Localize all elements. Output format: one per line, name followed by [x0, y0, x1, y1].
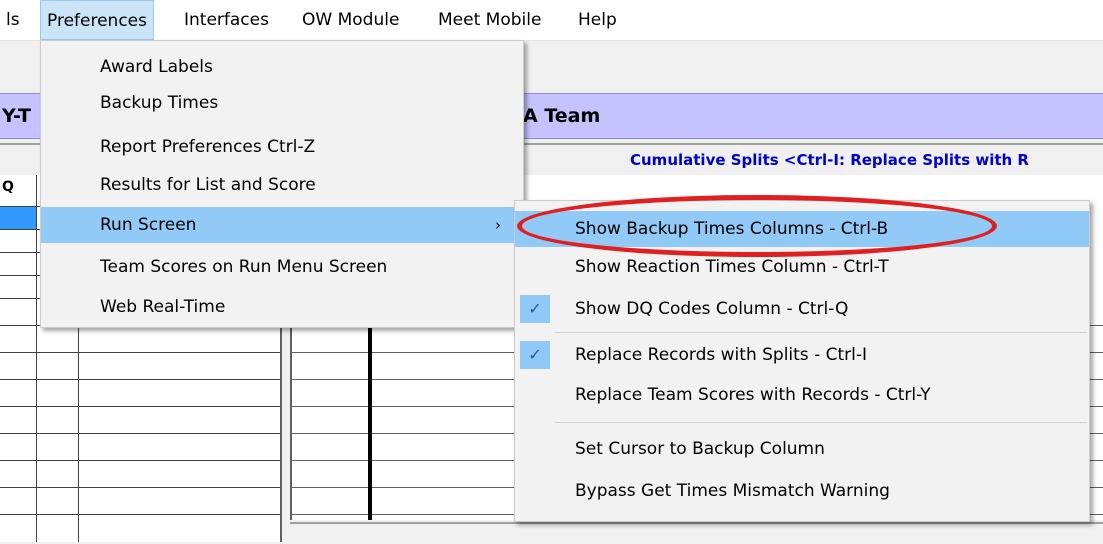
menu-item-run-screen[interactable]: Run Screen ›: [41, 207, 523, 243]
preferences-menu: Award Labels Backup Times Report Prefere…: [40, 40, 524, 328]
submenu-item-label: Set Cursor to Backup Column: [575, 439, 825, 459]
checkmark-icon: ✓: [520, 341, 550, 369]
grid-row-line: [0, 433, 280, 434]
event-header-text-left: Y-T: [2, 105, 32, 127]
event-header-text-right: A Team: [523, 105, 601, 127]
menu-ow-module[interactable]: OW Module: [296, 0, 405, 40]
highlight-annotation-ellipse: [517, 195, 997, 257]
menu-item-award-labels[interactable]: Award Labels: [41, 49, 523, 85]
menu-item-report-preferences[interactable]: Report Preferences Ctrl-Z: [41, 129, 523, 165]
submenu-separator: [555, 332, 1087, 333]
menu-item-backup-times[interactable]: Backup Times: [41, 85, 523, 121]
submenu-item-set-cursor-backup[interactable]: Set Cursor to Backup Column: [515, 431, 1089, 467]
menu-tools-partial[interactable]: ls: [0, 0, 26, 40]
submenu-item-replace-team-scores[interactable]: Replace Team Scores with Records - Ctrl-…: [515, 377, 1089, 413]
menu-item-label: Run Screen: [100, 215, 197, 235]
submenu-item-label: Show DQ Codes Column - Ctrl-Q: [575, 299, 849, 319]
menu-preferences[interactable]: Preferences: [40, 0, 154, 40]
submenu-item-replace-records-splits[interactable]: ✓ Replace Records with Splits - Ctrl-I: [515, 337, 1089, 373]
menu-meet-mobile[interactable]: Meet Mobile: [432, 0, 547, 40]
selected-cell[interactable]: [0, 207, 36, 229]
column-divider: [368, 325, 372, 520]
bottom-panel: [290, 522, 1103, 544]
grid-row-line: [0, 514, 280, 515]
cumulative-splits-label: Cumulative Splits <Ctrl-I: Replace Split…: [630, 151, 1029, 169]
menu-item-results-list-score[interactable]: Results for List and Score: [41, 167, 523, 203]
menu-item-label: Report Preferences Ctrl-Z: [100, 137, 316, 157]
chevron-right-icon: ›: [495, 216, 501, 234]
grid-row-line: [0, 460, 280, 461]
menu-item-label: Backup Times: [100, 93, 219, 113]
checkmark-icon: ✓: [520, 295, 550, 323]
grid-row-line: [0, 379, 280, 380]
menu-item-label: Award Labels: [100, 57, 213, 77]
submenu-item-bypass-mismatch[interactable]: Bypass Get Times Mismatch Warning: [515, 473, 1089, 509]
submenu-separator: [555, 422, 1087, 423]
menu-item-label: Results for List and Score: [100, 175, 316, 195]
submenu-item-label: Replace Team Scores with Records - Ctrl-…: [575, 385, 931, 405]
grid-row-line: [0, 487, 280, 488]
menu-item-label: Web Real-Time: [100, 297, 226, 317]
submenu-item-label: Replace Records with Splits - Ctrl-I: [575, 345, 868, 365]
menu-item-label: Team Scores on Run Menu Screen: [100, 257, 388, 277]
menu-help[interactable]: Help: [572, 0, 623, 40]
menu-interfaces[interactable]: Interfaces: [178, 0, 275, 40]
grid-row-line: [0, 352, 280, 353]
menu-item-team-scores[interactable]: Team Scores on Run Menu Screen: [41, 249, 523, 285]
grid-row-line: [0, 406, 280, 407]
event-header-band-left: Y-T: [0, 93, 40, 139]
menu-bar: ls Preferences Interfaces OW Module Meet…: [0, 0, 1103, 41]
submenu-item-show-dq-codes[interactable]: ✓ Show DQ Codes Column - Ctrl-Q: [515, 291, 1089, 327]
menu-item-web-real-time[interactable]: Web Real-Time: [41, 289, 523, 325]
submenu-item-label: Bypass Get Times Mismatch Warning: [575, 481, 890, 501]
grid-header-q: Q: [2, 179, 14, 195]
